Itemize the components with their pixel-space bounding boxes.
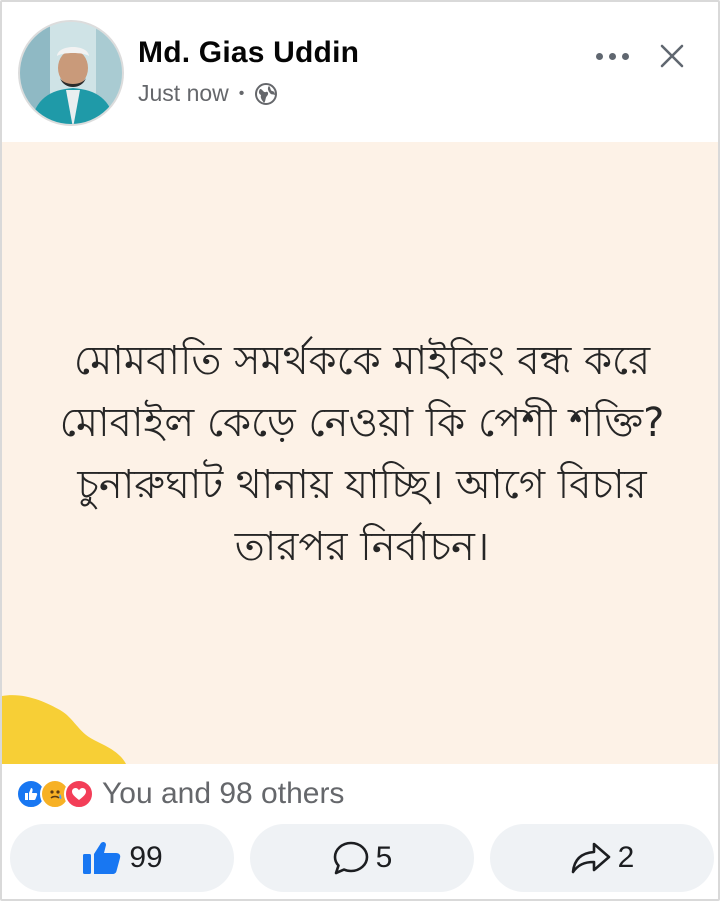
like-button[interactable]: 99 [10,824,234,892]
decorative-blob [2,695,126,764]
comment-count: 5 [375,841,393,874]
author-avatar[interactable] [18,20,124,126]
avatar-photo [20,22,122,124]
reaction-icons [16,779,94,809]
reactions-summary[interactable]: You and 98 others [16,774,344,814]
author-name[interactable]: Md. Gias Uddin [138,36,359,70]
share-count: 2 [617,841,635,874]
post-header: Md. Gias Uddin Just now • [2,2,718,142]
comment-icon [333,841,368,875]
more-dot-icon [621,52,629,60]
close-icon[interactable] [654,38,690,74]
meta-separator: • [238,84,245,102]
post-meta: Just now • [138,80,278,107]
post-actions: 99 5 2 [2,822,718,894]
share-button[interactable]: 2 [490,824,714,892]
comment-button[interactable]: 5 [250,824,474,892]
love-reaction-icon [64,779,94,809]
globe-icon [255,82,278,105]
like-icon [83,841,121,874]
post-timestamp[interactable]: Just now [138,80,229,107]
reactions-label: You and 98 others [102,777,345,810]
more-dot-icon [608,52,616,60]
share-icon [571,842,610,874]
more-options-button[interactable] [588,40,636,72]
post-background: মোমবাতি সমর্থককে মাইকিং বন্ধ করে মোবাইল … [2,142,718,764]
more-dot-icon [595,52,603,60]
like-count: 99 [129,841,163,874]
post-card: Md. Gias Uddin Just now • মোমবাতি সমর্থক… [0,0,720,901]
post-text: মোমবাতি সমর্থককে মাইকিং বন্ধ করে মোবাইল … [59,338,665,570]
